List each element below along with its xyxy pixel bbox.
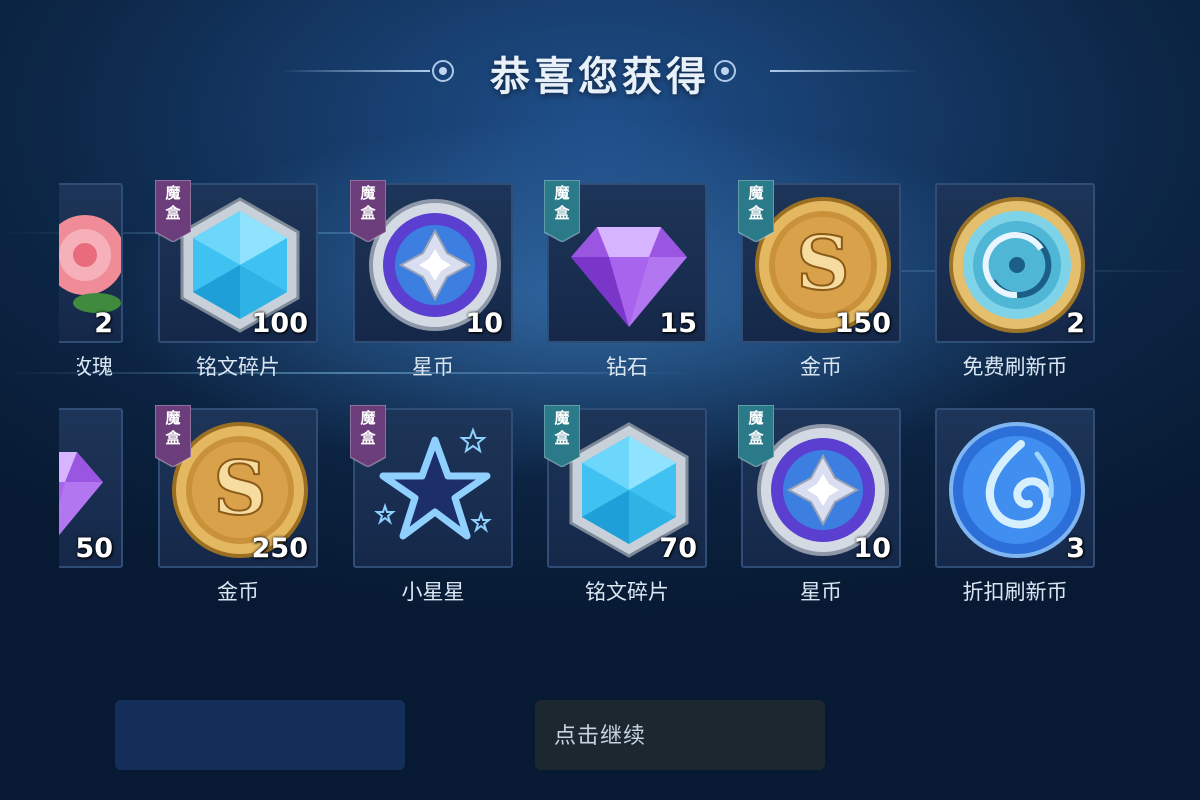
reward-quantity: 10: [853, 533, 891, 564]
reward-name: 折扣刷新币: [962, 580, 1068, 604]
reward-item: 100 魔盒铭文碎片: [154, 179, 318, 379]
reward-tile: 2: [935, 183, 1095, 343]
reward-quantity: 2: [94, 308, 113, 339]
reward-item: 70 魔盒铭文碎片: [543, 404, 707, 604]
svg-text:S: S: [213, 446, 266, 532]
reward-item: 50: [0, 408, 123, 568]
reward-item: 10 魔盒星币: [349, 179, 513, 379]
badge-label: 魔盒: [165, 409, 181, 447]
reward-quantity: 150: [834, 308, 891, 339]
badge-label: 魔盒: [748, 409, 764, 447]
reward-quantity: 70: [659, 533, 697, 564]
reward-quantity: 3: [1066, 533, 1085, 564]
reward-item: 2 免费刷新币: [935, 183, 1095, 379]
reward-item: 魔盒小星星: [349, 404, 513, 604]
title-banner: 恭喜您获得: [0, 40, 1200, 104]
magic-box-badge: 魔盒: [154, 179, 192, 243]
reward-name: 钻石: [606, 355, 648, 379]
reward-tile: 50: [59, 408, 123, 568]
reward-item: 3 折扣刷新币: [935, 408, 1095, 604]
reward-item: 10 魔盒星币: [737, 404, 901, 604]
magic-box-badge: 魔盒: [543, 404, 581, 468]
svg-text:S: S: [796, 221, 849, 307]
magic-box-badge: 魔盒: [543, 179, 581, 243]
badge-label: 魔盒: [360, 409, 376, 447]
magic-box-badge: 魔盒: [737, 404, 775, 468]
magic-box-badge: 魔盒: [154, 404, 192, 468]
magic-box-badge: 魔盒: [737, 179, 775, 243]
badge-label: 魔盒: [165, 184, 181, 222]
title-line-right: [770, 70, 920, 72]
reward-name: 星币: [412, 355, 454, 379]
title-ornament-right: [714, 60, 736, 82]
reward-quantity: 2: [1066, 308, 1085, 339]
reward-name: 金币: [217, 580, 259, 604]
reward-name: 金币: [800, 355, 842, 379]
reward-quantity: 15: [659, 308, 697, 339]
reward-name: 铭文碎片: [196, 355, 280, 379]
reward-item: S 150 魔盒金币: [737, 179, 901, 379]
magic-box-badge: 魔盒: [349, 404, 387, 468]
reward-name: 铭文碎片: [585, 580, 669, 604]
reward-quantity: 250: [251, 533, 308, 564]
reward-name: 免费刷新币: [962, 355, 1068, 379]
tap-to-continue[interactable]: 点击继续: [0, 718, 1200, 750]
reward-name: 玫瑰: [71, 355, 113, 379]
reward-item: 15 魔盒钻石: [543, 179, 707, 379]
badge-label: 魔盒: [554, 409, 570, 447]
reward-quantity: 50: [75, 533, 113, 564]
reward-tile: 2: [59, 183, 123, 343]
magic-box-badge: 魔盒: [349, 179, 387, 243]
reward-quantity: 10: [465, 308, 503, 339]
badge-label: 魔盒: [748, 184, 764, 222]
page-title: 恭喜您获得: [490, 54, 710, 100]
reward-name: 星币: [800, 580, 842, 604]
reward-name: 小星星: [401, 580, 465, 604]
badge-label: 魔盒: [554, 184, 570, 222]
reward-tile: 3: [935, 408, 1095, 568]
reward-item: S 250 魔盒金币: [154, 404, 318, 604]
reward-item: 2 玫瑰: [0, 183, 123, 379]
badge-label: 魔盒: [360, 184, 376, 222]
reward-quantity: 100: [251, 308, 308, 339]
